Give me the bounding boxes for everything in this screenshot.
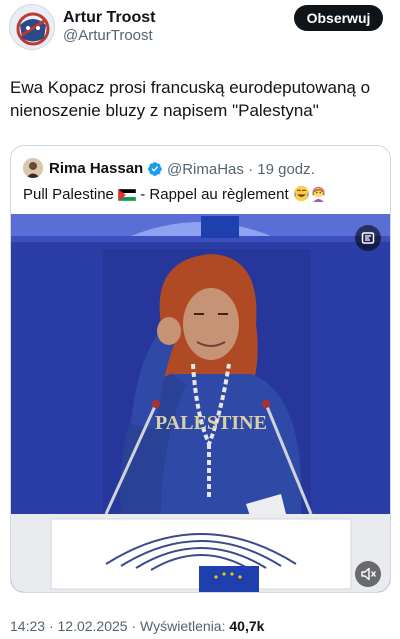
avatar-illustration-icon bbox=[10, 5, 54, 49]
quoted-author-avatar[interactable] bbox=[23, 158, 43, 178]
meta-separator: · bbox=[248, 161, 254, 178]
author-name[interactable]: Artur Troost bbox=[63, 8, 155, 28]
palestine-flag-icon bbox=[118, 189, 137, 201]
views-count: 40,7k bbox=[229, 618, 265, 634]
tweet-text: Ewa Kopacz prosi francuską eurodeputowan… bbox=[10, 78, 371, 120]
verified-badge-icon bbox=[148, 162, 162, 176]
quoted-author-handle[interactable]: @RimaHas bbox=[167, 161, 244, 178]
quoted-time[interactable]: 19 godz. bbox=[257, 161, 315, 178]
views-label: Wyświetlenia: bbox=[140, 618, 226, 634]
follow-button[interactable]: Obserwuj bbox=[294, 5, 383, 31]
mute-button[interactable] bbox=[355, 561, 381, 587]
tweet: Artur Troost @ArturTroost Obserwuj Ewa K… bbox=[0, 0, 400, 639]
video-player[interactable]: PALESTINE bbox=[11, 214, 390, 592]
sweater-text: PALESTINE bbox=[155, 412, 267, 434]
laughing-emoji-icon bbox=[293, 185, 309, 202]
footer-separator: · bbox=[131, 618, 137, 634]
post-date[interactable]: 12.02.2025 bbox=[58, 618, 128, 634]
post-time[interactable]: 14:23 bbox=[10, 618, 45, 634]
woman-emoji-icon bbox=[312, 186, 325, 202]
quoted-tweet-card[interactable]: Rima Hassan @RimaHas · 19 godz. Pull Pal… bbox=[10, 145, 391, 593]
gif-icon bbox=[361, 232, 375, 244]
media-settings-button[interactable] bbox=[355, 225, 381, 251]
tweet-footer: 14:23 · 12.02.2025 · Wyświetlenia: 40,7k bbox=[10, 617, 395, 635]
author-avatar[interactable] bbox=[9, 4, 55, 50]
quoted-tweet-text: Pull Palestine - Rappel au règlement bbox=[23, 185, 383, 205]
quoted-text-part: Pull Palestine bbox=[23, 186, 119, 203]
author-handle[interactable]: @ArturTroost bbox=[63, 27, 153, 45]
quoted-text-part: - Rappel au règlement bbox=[136, 186, 293, 203]
video-frame: PALESTINE bbox=[11, 214, 390, 592]
quoted-author-name[interactable]: Rima Hassan bbox=[49, 160, 143, 178]
quoted-meta: @RimaHas · 19 godz. bbox=[167, 161, 315, 179]
quoted-avatar-icon bbox=[23, 158, 43, 178]
footer-separator: · bbox=[48, 618, 54, 634]
mute-icon bbox=[361, 567, 377, 581]
